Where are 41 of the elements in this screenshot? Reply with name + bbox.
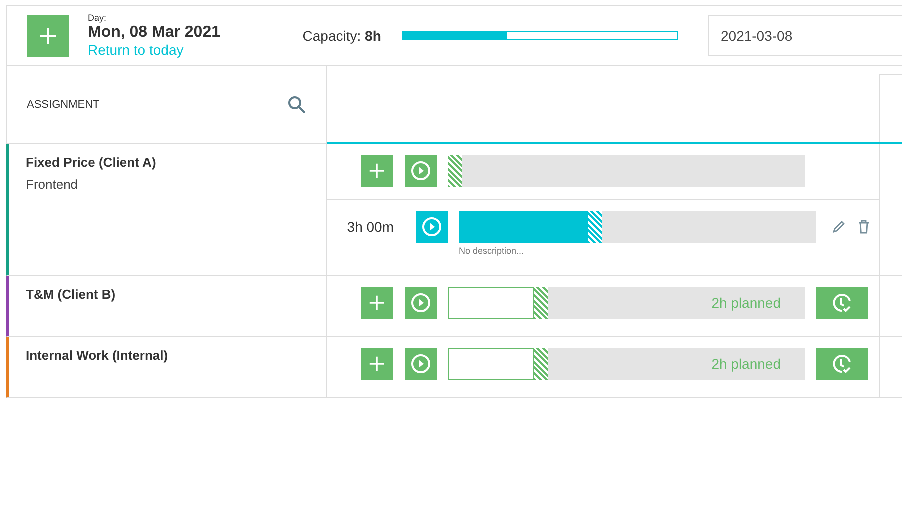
date-title: Mon, 08 Mar 2021 — [88, 23, 222, 42]
start-timer-button[interactable] — [405, 155, 437, 187]
capacity-label: Capacity: 8h — [302, 28, 382, 44]
play-icon — [411, 354, 431, 374]
assignment-task: Frontend — [26, 177, 80, 192]
plus-icon — [369, 295, 385, 311]
column-title: ASSIGNMENT — [27, 98, 100, 110]
log-planned-button[interactable] — [816, 348, 868, 380]
date-field[interactable]: 2021-03-08 — [708, 15, 902, 56]
add-button[interactable] — [361, 287, 393, 319]
hatched-segment — [448, 155, 462, 187]
play-icon — [422, 217, 442, 237]
clock-check-icon — [831, 292, 853, 314]
play-icon — [411, 161, 431, 181]
plus-icon — [369, 356, 385, 372]
hatched-segment — [534, 287, 548, 319]
log-planned-button[interactable] — [816, 287, 868, 319]
plus-icon — [369, 163, 385, 179]
assignment-name: Fixed Price (Client A) — [26, 155, 158, 170]
duration: 3h 00m — [346, 218, 395, 237]
hatched-segment — [534, 348, 548, 380]
hatched-segment — [588, 211, 602, 243]
add-button[interactable] — [361, 348, 393, 380]
day-label: Day: — [88, 13, 108, 23]
search-icon[interactable] — [288, 96, 306, 114]
assignment-name: T&M (Client B) — [26, 287, 117, 302]
plus-icon — [39, 26, 57, 44]
edit-icon[interactable] — [832, 220, 846, 234]
play-icon — [411, 293, 431, 313]
start-timer-button[interactable] — [416, 211, 448, 243]
add-button[interactable] — [361, 155, 393, 187]
add-button[interactable] — [27, 14, 69, 56]
entry-description: No description... — [459, 246, 526, 256]
delete-icon[interactable] — [858, 220, 870, 234]
start-timer-button[interactable] — [405, 348, 437, 380]
clock-check-icon — [831, 353, 853, 375]
start-timer-button[interactable] — [405, 287, 437, 319]
planned-hours: 2h planned — [712, 295, 781, 311]
planned-hours: 2h planned — [712, 356, 781, 372]
assignment-name: Internal Work (Internal) — [26, 348, 170, 363]
column-header — [879, 74, 902, 142]
